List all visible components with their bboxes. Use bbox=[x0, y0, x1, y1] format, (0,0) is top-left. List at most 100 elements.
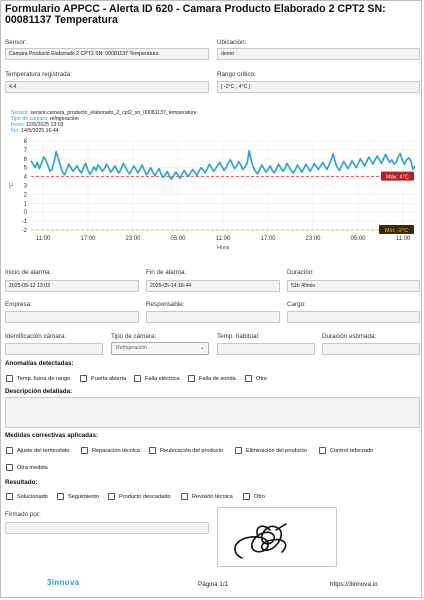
y-tick-label: -2 bbox=[22, 228, 28, 234]
x-tick-label: 17:00 bbox=[80, 236, 96, 242]
cargo-field[interactable] bbox=[287, 311, 420, 323]
temperature-chart: 8 7 6 5 4 3 2 1 0 -1 -2 11:00 17:00 23:00 05:00 11:00 17… bbox=[9, 139, 416, 251]
y-tick-label: -1 bbox=[22, 219, 28, 225]
checkbox-box[interactable] bbox=[149, 447, 156, 454]
checkbox-box[interactable] bbox=[6, 447, 13, 454]
x-tick-label: 11:00 bbox=[36, 236, 51, 242]
y-tick-label: 3 bbox=[24, 184, 28, 190]
checkbox-label: Falla eléctrica bbox=[145, 375, 180, 382]
sensor-field[interactable]: Camara Producto Elaborado 2 CPT2 SN: 000… bbox=[5, 48, 209, 60]
form-page: Formulario APPCC - Alerta ID 620 - Camar… bbox=[0, 0, 422, 598]
y-tick-label: 4 bbox=[24, 175, 28, 181]
tipo-camara-label: Tipo de cámara: bbox=[111, 333, 157, 340]
checkbox-label: Otra medida bbox=[17, 464, 48, 471]
temp-habitual-label: Temp. habitual: bbox=[217, 333, 260, 340]
y-tick-label: 2 bbox=[24, 192, 28, 198]
responsable-label: Responsable: bbox=[146, 301, 185, 308]
firmado-field[interactable] bbox=[5, 522, 209, 534]
empresa-field[interactable] bbox=[5, 311, 139, 323]
checkbox-box[interactable] bbox=[80, 375, 87, 382]
checkbox-box[interactable] bbox=[243, 493, 250, 500]
checkbox-box[interactable] bbox=[235, 447, 242, 454]
checkbox-box[interactable] bbox=[6, 493, 13, 500]
chart-meta-fin-key: Fin: bbox=[11, 128, 20, 134]
checkbox-label: Control reforzado bbox=[330, 447, 374, 454]
checkbox-falla-sonda[interactable]: Falla de sonda bbox=[188, 375, 236, 382]
duracion-field[interactable]: 51h 40min bbox=[287, 280, 420, 292]
y-tick-label: 8 bbox=[24, 139, 28, 145]
inicio-alarma-label: Inicio de alarma: bbox=[5, 269, 52, 276]
checkbox-ajuste-termostato[interactable]: Ajuste del termostato bbox=[6, 447, 70, 454]
checkbox-label: Eliminación del producto bbox=[246, 447, 307, 454]
x-tick-label: 17:00 bbox=[260, 236, 276, 242]
checkbox-seguimiento[interactable]: Seguimiento bbox=[57, 493, 99, 500]
checkbox-box[interactable] bbox=[6, 375, 13, 382]
checkbox-label: Solucionado bbox=[17, 493, 48, 500]
responsable-field[interactable] bbox=[146, 311, 280, 323]
checkbox-label: Reubicación del producto bbox=[160, 447, 224, 454]
checkbox-box[interactable] bbox=[319, 447, 326, 454]
x-tick-label: 23:00 bbox=[125, 236, 141, 242]
footer-url[interactable]: https://3innova.io bbox=[330, 581, 378, 588]
y-tick-label: 7 bbox=[24, 148, 28, 154]
checkbox-label: Falla de sonda bbox=[199, 375, 236, 382]
resultado-label: Resultado: bbox=[5, 479, 38, 486]
checkbox-otro-anomalia[interactable]: Otro bbox=[245, 375, 267, 382]
checkbox-otro-resultado[interactable]: Otro bbox=[243, 493, 265, 500]
temperatura-field[interactable]: 4.4 bbox=[5, 81, 209, 93]
page-number: Página 1/1 bbox=[198, 581, 229, 588]
temp-habitual-field[interactable] bbox=[217, 343, 315, 355]
checkbox-label: Otro bbox=[256, 375, 267, 382]
signature-pad[interactable] bbox=[217, 507, 337, 567]
chart-meta-fin: 14/5/2025 16:44 bbox=[21, 128, 59, 134]
logo-text: 3innova bbox=[47, 578, 80, 587]
checkbox-box[interactable] bbox=[6, 464, 13, 471]
medidas-label: Medidas correctivas aplicadas: bbox=[5, 432, 99, 439]
checkbox-solucionado[interactable]: Solucionado bbox=[6, 493, 48, 500]
checkbox-reparacion-tecnica[interactable]: Reparación técnica bbox=[81, 447, 140, 454]
inicio-alarma-field[interactable]: 2025-05-12 13:03 bbox=[5, 280, 139, 292]
descripcion-label: Descripción detallada: bbox=[5, 388, 73, 395]
checkbox-box[interactable] bbox=[81, 447, 88, 454]
duracion-label: Duración: bbox=[287, 269, 314, 276]
checkbox-box[interactable] bbox=[245, 375, 252, 382]
checkbox-falla-electrica[interactable]: Falla eléctrica bbox=[134, 375, 180, 382]
fin-alarma-field[interactable]: 2025-05-14 16:44 bbox=[146, 280, 280, 292]
ubicacion-field[interactable]: demo bbox=[217, 48, 420, 60]
ubicacion-label: Ubicación: bbox=[217, 39, 247, 46]
min-label: Mín: -2°C bbox=[385, 228, 408, 234]
checkbox-box[interactable] bbox=[181, 493, 188, 500]
tipo-camara-select[interactable]: Refrigeración ⌄ bbox=[111, 342, 209, 355]
chevron-down-icon: ⌄ bbox=[199, 345, 205, 351]
rango-field[interactable]: [ -2°C , 4°C ] bbox=[217, 81, 420, 93]
rango-label: Rango crítico: bbox=[217, 71, 256, 78]
checkbox-box[interactable] bbox=[57, 493, 64, 500]
id-camara-label: Identificación cámara: bbox=[5, 333, 67, 340]
firmado-label: Firmado por: bbox=[5, 511, 41, 518]
cargo-label: Cargo: bbox=[287, 301, 306, 308]
checkbox-eliminacion-producto[interactable]: Eliminación del producto bbox=[235, 447, 307, 454]
page-title: Formulario APPCC - Alerta ID 620 - Camar… bbox=[5, 3, 386, 26]
duracion-estimada-field[interactable] bbox=[322, 343, 420, 355]
checkbox-box[interactable] bbox=[108, 493, 115, 500]
checkbox-label: Seguimiento bbox=[68, 493, 100, 500]
checkbox-label: Ajuste del termostato bbox=[17, 447, 70, 454]
checkbox-box[interactable] bbox=[188, 375, 195, 382]
checkbox-temp-fuera-rango[interactable]: Temp. fuera de rango bbox=[6, 375, 70, 382]
checkbox-reubicacion-producto[interactable]: Reubicación del producto bbox=[149, 447, 223, 454]
checkbox-revision-tecnica[interactable]: Revisión técnica bbox=[181, 493, 233, 500]
anomalias-label: Anomalías detectadas: bbox=[5, 360, 74, 367]
checkbox-label: Temp. fuera de rango bbox=[17, 375, 71, 382]
checkbox-producto-descartado[interactable]: Producto descartado bbox=[108, 493, 171, 500]
chart-meta: Sensor: sensor.camara_producto_elaborado… bbox=[11, 110, 197, 134]
fin-alarma-label: Fin de alarma: bbox=[146, 269, 187, 276]
checkbox-puerta-abierta[interactable]: Puerta abierta bbox=[80, 375, 126, 382]
descripcion-textarea[interactable] bbox=[5, 397, 420, 428]
checkbox-control-reforzado[interactable]: Control reforzado bbox=[319, 447, 373, 454]
id-camara-field[interactable] bbox=[5, 343, 103, 355]
x-tick-label: 11:00 bbox=[216, 236, 231, 242]
temperatura-label: Temperatura registrada: bbox=[5, 71, 72, 78]
checkbox-box[interactable] bbox=[134, 375, 141, 382]
checkbox-otra-medida[interactable]: Otra medida bbox=[6, 464, 48, 471]
sensor-label: Sensor: bbox=[5, 39, 27, 46]
